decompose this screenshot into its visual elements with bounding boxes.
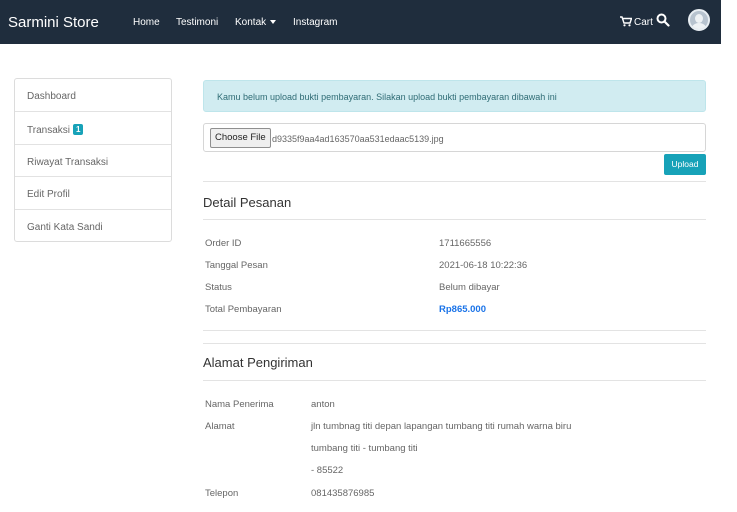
nav-instagram[interactable]: Instagram <box>293 17 337 28</box>
recipient-label: Nama Penerima <box>205 399 274 410</box>
address-line-3: - 85522 <box>311 465 344 476</box>
order-date-value: 2021-06-18 10:22:36 <box>439 260 528 271</box>
search-icon[interactable] <box>656 13 670 27</box>
sidebar-item-riwayat-transaksi[interactable]: Riwayat Transaksi <box>15 145 171 178</box>
address-line-2: tumbang titi - tumbang titi <box>311 443 418 454</box>
phone-label: Telepon <box>205 488 239 499</box>
divider <box>203 181 706 182</box>
choose-file-button[interactable]: Choose File <box>210 128 271 148</box>
chevron-down-icon <box>270 20 277 25</box>
avatar-body <box>692 23 706 29</box>
sidebar-menu: Dashboard Transaksi 1 Riwayat Transaksi E… <box>14 78 172 242</box>
order-detail-title: Detail Pesanan <box>203 195 292 210</box>
total-payment-label: Total Pembayaran <box>205 304 282 315</box>
divider <box>203 219 706 220</box>
divider <box>203 330 706 331</box>
sidebar-item-label: Dashboard <box>27 91 76 102</box>
cart-icon <box>620 16 633 27</box>
divider <box>203 343 706 344</box>
brand-logo[interactable]: Sarmini Store <box>8 14 99 31</box>
sidebar-item-label: Ganti Kata Sandi <box>27 222 103 234</box>
order-status-value: Belum dibayar <box>439 282 500 293</box>
notification-badge: 1 <box>72 123 84 135</box>
avatar[interactable] <box>688 9 710 31</box>
recipient-value: anton <box>311 399 335 410</box>
sidebar-item-dashboard[interactable]: Dashboard <box>15 79 171 112</box>
address-line-1: jln tumbnag titi depan lapangan tumbang … <box>311 421 572 432</box>
file-input[interactable]: Choose File d9335f9aa4ad163570aa531edaac… <box>203 123 706 152</box>
order-status-label: Status <box>205 282 232 293</box>
payment-alert: Kamu belum upload bukti pembayaran. Sila… <box>203 80 706 112</box>
selected-file-name: d9335f9aa4ad163570aa531edaac5139.jpg <box>272 134 444 144</box>
upload-button[interactable]: Upload <box>664 154 706 175</box>
sidebar-item-label: Riwayat Transaksi <box>27 156 109 168</box>
order-id-label: Order ID <box>205 238 242 249</box>
avatar-head <box>695 14 703 23</box>
divider <box>203 380 706 381</box>
nav-kontak-label: Kontak <box>235 17 267 28</box>
phone-value: 081435876985 <box>311 488 375 499</box>
nav-kontak-dropdown[interactable]: Kontak <box>235 17 277 28</box>
cart-link[interactable]: Cart <box>620 16 653 28</box>
order-date-label: Tanggal Pesan <box>205 260 268 271</box>
sidebar-item-label: Transaksi <box>27 124 70 136</box>
nav-testimoni[interactable]: Testimoni <box>176 17 218 28</box>
cart-label: Cart <box>634 17 653 28</box>
total-payment-value: Rp865.000 <box>439 304 487 315</box>
sidebar-item-transaksi[interactable]: Transaksi 1 <box>15 112 171 145</box>
top-navbar: Sarmini Store Home Testimoni Kontak Inst… <box>0 0 721 44</box>
sidebar-item-edit-profil[interactable]: Edit Profil <box>15 177 171 211</box>
shipping-address-title: Alamat Pengiriman <box>203 355 313 370</box>
order-id-value: 1711665556 <box>439 238 492 249</box>
address-label: Alamat <box>205 421 235 432</box>
sidebar-item-label: Edit Profil <box>27 189 70 201</box>
nav-home[interactable]: Home <box>133 17 160 28</box>
sidebar-item-ganti-kata-sandi[interactable]: Ganti Kata Sandi <box>15 210 171 243</box>
